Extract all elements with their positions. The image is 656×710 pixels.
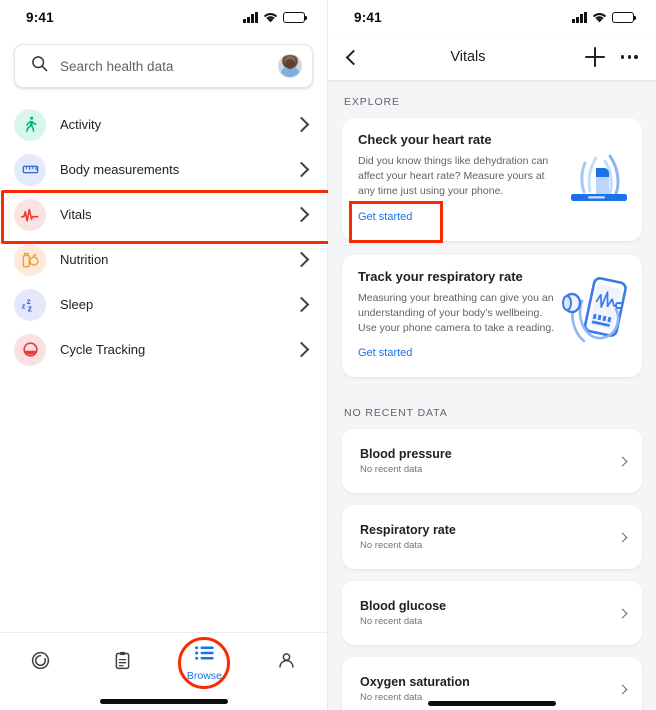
sidebar-item-vitals[interactable]: Vitals bbox=[0, 190, 332, 244]
page-title: Vitals bbox=[450, 49, 486, 65]
chevron-right-icon bbox=[293, 161, 310, 178]
status-indicators bbox=[572, 11, 637, 23]
get-started-link[interactable]: Get started bbox=[348, 200, 444, 243]
health-category-list: Activity Body measurements Vitals Nutrit… bbox=[0, 102, 332, 372]
data-card-title: Respiratory rate bbox=[360, 523, 456, 538]
running-person-icon bbox=[14, 108, 46, 141]
list-icon bbox=[194, 644, 215, 667]
phone-stethoscope-illustration bbox=[560, 276, 634, 360]
ruler-icon bbox=[14, 153, 46, 186]
chevron-right-icon bbox=[617, 456, 628, 467]
wifi-icon bbox=[592, 12, 607, 23]
left-status-bar: 9:41 bbox=[0, 0, 327, 34]
search-icon bbox=[31, 55, 48, 77]
svg-text:z: z bbox=[28, 303, 33, 313]
data-card-title: Blood pressure bbox=[360, 447, 452, 462]
avatar[interactable] bbox=[278, 54, 302, 78]
data-card-subtitle: No recent data bbox=[360, 464, 423, 476]
app-bar: Vitals bbox=[328, 34, 656, 80]
nav-item-today[interactable] bbox=[0, 633, 82, 692]
sidebar-item-nutrition[interactable]: Nutrition bbox=[0, 237, 327, 282]
zzz-icon: zzz bbox=[14, 288, 46, 321]
data-card-blood-pressure[interactable]: Blood pressure No recent data bbox=[342, 429, 642, 494]
chevron-right-icon bbox=[293, 296, 310, 313]
data-card-blood-glucose[interactable]: Blood glucose No recent data bbox=[342, 581, 642, 646]
sidebar-item-label: Cycle Tracking bbox=[60, 342, 146, 357]
data-card-title: Oxygen saturation bbox=[360, 675, 470, 690]
chevron-right-icon bbox=[617, 684, 628, 695]
data-card-text: Respiratory rate No recent data bbox=[360, 523, 619, 551]
data-card-subtitle: No recent data bbox=[360, 540, 423, 552]
chevron-right-icon bbox=[293, 116, 310, 133]
data-card-subtitle: No recent data bbox=[360, 692, 423, 704]
status-time: 9:41 bbox=[354, 9, 382, 25]
home-indicator-left bbox=[0, 692, 327, 710]
left-content-spacer bbox=[0, 372, 327, 632]
search-input-placeholder[interactable]: Search health data bbox=[60, 59, 266, 74]
sidebar-item-activity[interactable]: Activity bbox=[0, 102, 327, 147]
chevron-right-icon bbox=[617, 532, 628, 543]
more-options-icon[interactable] bbox=[620, 55, 638, 59]
get-started-link[interactable]: Get started bbox=[358, 347, 412, 359]
plus-icon[interactable] bbox=[584, 47, 605, 67]
data-card-respiratory-rate[interactable]: Respiratory rate No recent data bbox=[342, 505, 642, 570]
nav-item-profile[interactable] bbox=[245, 633, 327, 692]
cellular-signal-icon bbox=[572, 11, 587, 23]
chevron-right-icon bbox=[293, 341, 310, 358]
search-container: Search health data bbox=[0, 34, 327, 88]
data-card-title: Blood glucose bbox=[360, 599, 447, 614]
right-status-bar: 9:41 bbox=[328, 0, 656, 34]
heartbeat-wave-icon bbox=[14, 198, 46, 231]
data-card-subtitle: No recent data bbox=[360, 616, 423, 628]
promo-body: Measuring your breathing can give you an… bbox=[358, 291, 555, 335]
nav-item-journal[interactable] bbox=[82, 633, 164, 692]
data-card-text: Blood glucose No recent data bbox=[360, 599, 619, 627]
search-bar[interactable]: Search health data bbox=[14, 44, 313, 88]
right-top-chrome: 9:41 Vitals bbox=[328, 0, 656, 80]
sidebar-item-body-measurements[interactable]: Body measurements bbox=[0, 147, 327, 192]
right-phone-panel: 9:41 Vitals EXPLORE Check your heart rat… bbox=[328, 0, 656, 710]
promo-card-respiratory-rate[interactable]: Track your respiratory rate Measuring yo… bbox=[342, 254, 642, 378]
chevron-right-icon bbox=[617, 608, 628, 619]
data-card-text: Oxygen saturation No recent data bbox=[360, 675, 619, 703]
sidebar-item-label: Activity bbox=[60, 117, 102, 132]
sidebar-item-label: Body measurements bbox=[60, 162, 180, 177]
promo-card-heart-rate[interactable]: Check your heart rate Did you know thing… bbox=[342, 118, 642, 243]
section-header-explore: EXPLORE bbox=[344, 96, 400, 108]
sidebar-item-sleep[interactable]: zzz Sleep bbox=[0, 282, 327, 327]
person-icon bbox=[276, 650, 297, 676]
battery-icon bbox=[612, 11, 637, 23]
bottom-navigation-bar: Browse bbox=[0, 632, 327, 692]
sidebar-item-cycle-tracking[interactable]: Cycle Tracking bbox=[0, 327, 327, 372]
data-card-oxygen-saturation[interactable]: Oxygen saturation No recent data bbox=[342, 657, 642, 710]
sidebar-item-label: Sleep bbox=[60, 297, 94, 312]
left-phone-panel: 9:41 Search health data Activity Body me… bbox=[0, 0, 332, 710]
today-dial-icon bbox=[30, 650, 51, 676]
sidebar-item-label: Nutrition bbox=[60, 252, 109, 267]
svg-text:z: z bbox=[22, 301, 26, 310]
cellular-signal-icon bbox=[243, 11, 258, 23]
battery-icon bbox=[283, 11, 308, 23]
wifi-icon bbox=[263, 12, 278, 23]
status-indicators bbox=[243, 11, 308, 23]
nav-item-browse[interactable]: Browse bbox=[164, 633, 246, 692]
food-bottle-icon bbox=[14, 243, 46, 276]
cycle-drop-icon bbox=[14, 333, 46, 366]
vitals-scroll-area[interactable]: EXPLORE Check your heart rate Did you kn… bbox=[328, 80, 656, 710]
dual-phone-screenshot: 9:41 Search health data Activity Body me… bbox=[0, 0, 656, 710]
chevron-right-icon bbox=[293, 251, 310, 268]
nav-item-label: Browse bbox=[186, 669, 222, 682]
clipboard-icon bbox=[112, 650, 133, 676]
sidebar-item-label: Vitals bbox=[60, 207, 92, 222]
data-card-text: Blood pressure No recent data bbox=[360, 447, 619, 475]
chevron-right-icon bbox=[293, 206, 310, 223]
section-header-no-recent-data: NO RECENT DATA bbox=[344, 407, 448, 420]
finger-on-phone-illustration bbox=[566, 144, 632, 211]
status-time: 9:41 bbox=[26, 9, 54, 25]
promo-body: Did you know things like dehydration can… bbox=[358, 155, 549, 198]
